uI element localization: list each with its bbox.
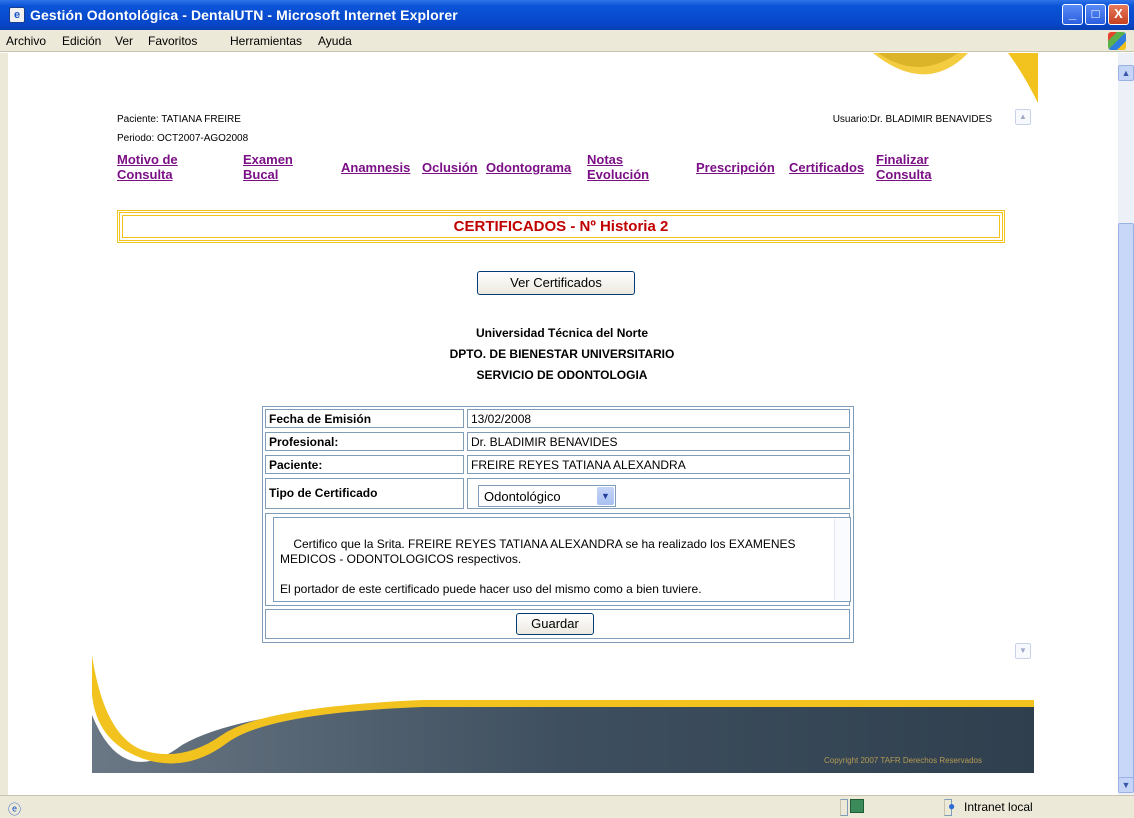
nav-notas-line2: Evolución <box>587 167 650 182</box>
nav-anamnesis[interactable]: Anamnesis <box>341 160 410 175</box>
section-title: CERTIFICADOS - Nº Historia 2 <box>122 215 1000 238</box>
current-user: Usuario:Dr. BLADIMIR BENAVIDES <box>832 114 992 125</box>
patient-name: Paciente: TATIANA FREIRE <box>117 114 241 125</box>
close-button[interactable]: X <box>1108 4 1129 25</box>
period: Periodo: OCT2007-AGO2008 <box>117 133 249 144</box>
nav-motivo-line1: Motivo de <box>117 152 178 167</box>
ver-certificados-button[interactable]: Ver Certificados <box>477 271 635 295</box>
profesional-label: Profesional: <box>265 432 464 451</box>
guardar-button[interactable]: Guardar <box>516 613 594 635</box>
maximize-button[interactable]: □ <box>1085 4 1106 25</box>
windows-logo-icon <box>1108 32 1126 50</box>
profesional-value: Dr. BLADIMIR BENAVIDES <box>467 432 850 451</box>
page-viewport: Paciente: TATIANA FREIRE Periodo: OCT200… <box>8 53 1116 795</box>
tipo-certificado-label: Tipo de Certificado <box>265 478 464 509</box>
security-icon <box>850 799 864 813</box>
header-logo-swoosh <box>873 53 1038 103</box>
copyright: Copyright 2007 TAFR Derechos Reservados <box>824 756 982 765</box>
fecha-label: Fecha de Emisión <box>265 409 464 428</box>
menu-bar: Archivo Edición Ver Favoritos Herramient… <box>0 30 1134 52</box>
frame-scroll-up-icon[interactable]: ▲ <box>1015 109 1031 125</box>
paciente-value: FREIRE REYES TATIANA ALEXANDRA <box>467 455 850 474</box>
scroll-up-icon[interactable]: ▲ <box>1118 65 1134 81</box>
browser-scrollbar[interactable]: ▲ ▼ <box>1118 53 1134 795</box>
status-divider <box>840 799 848 816</box>
nav-notas-evolucion[interactable]: Notas Evolución <box>587 152 649 182</box>
nav-notas-line1: Notas <box>587 152 624 167</box>
nav-prescripcion[interactable]: Prescripción <box>696 160 775 175</box>
section-header: CERTIFICADOS - Nº Historia 2 <box>117 210 1005 243</box>
certificate-text[interactable]: Certifico que la Srita. FREIRE REYES TAT… <box>273 517 851 602</box>
window-title: Gestión Odontológica - DentalUTN - Micro… <box>30 7 458 23</box>
menu-favoritos[interactable]: Favoritos <box>148 34 197 48</box>
service-name: SERVICIO DE ODONTOLOGIA <box>476 368 648 382</box>
nav-examen-line1: Examen <box>243 152 293 167</box>
status-bar: ⓔ ● Intranet local <box>0 795 1134 818</box>
scroll-down-icon[interactable]: ▼ <box>1118 777 1134 793</box>
nav-finalizar-line1: Finalizar <box>876 152 929 167</box>
chevron-down-icon[interactable]: ▼ <box>597 487 614 505</box>
nav-examen-bucal[interactable]: Examen Bucal <box>243 152 293 182</box>
menu-herramientas[interactable]: Herramientas <box>230 34 302 48</box>
menu-ver[interactable]: Ver <box>115 34 133 48</box>
scrollbar-thumb[interactable] <box>1118 223 1134 783</box>
nav-certificados[interactable]: Certificados <box>789 160 864 175</box>
textarea-scrollbar[interactable] <box>834 519 849 600</box>
paciente-label: Paciente: <box>265 455 464 474</box>
tipo-certificado-value: Odontológico <box>484 489 561 504</box>
tipo-certificado-select[interactable]: Odontológico ▼ <box>478 485 616 507</box>
window-left-border <box>0 53 8 795</box>
nav-examen-line2: Bucal <box>243 167 279 182</box>
page-icon: ⓔ <box>8 802 22 817</box>
nav-motivo-line2: Consulta <box>117 167 173 182</box>
department-name: DPTO. DE BIENESTAR UNIVERSITARIO <box>449 347 675 361</box>
ie-icon: e <box>9 7 25 23</box>
nav-odontograma[interactable]: Odontograma <box>486 160 571 175</box>
nav-oclusion[interactable]: Oclusión <box>422 160 478 175</box>
certificate-text-content: Certifico que la Srita. FREIRE REYES TAT… <box>280 537 796 596</box>
nav-finalizar-line2: Consulta <box>876 167 932 182</box>
menu-archivo[interactable]: Archivo <box>6 34 46 48</box>
menu-edicion[interactable]: Edición <box>62 34 101 48</box>
fecha-value: 13/02/2008 <box>467 409 850 428</box>
minimize-button[interactable]: _ <box>1062 4 1083 25</box>
menu-ayuda[interactable]: Ayuda <box>318 34 352 48</box>
nav-motivo-consulta[interactable]: Motivo de Consulta <box>117 152 178 182</box>
globe-icon: ● <box>948 799 956 813</box>
institution-name: Universidad Técnica del Norte <box>475 326 649 340</box>
nav-finalizar-consulta[interactable]: Finalizar Consulta <box>876 152 932 182</box>
security-zone: Intranet local <box>964 800 1033 814</box>
title-bar: e Gestión Odontológica - DentalUTN - Mic… <box>0 0 1134 30</box>
